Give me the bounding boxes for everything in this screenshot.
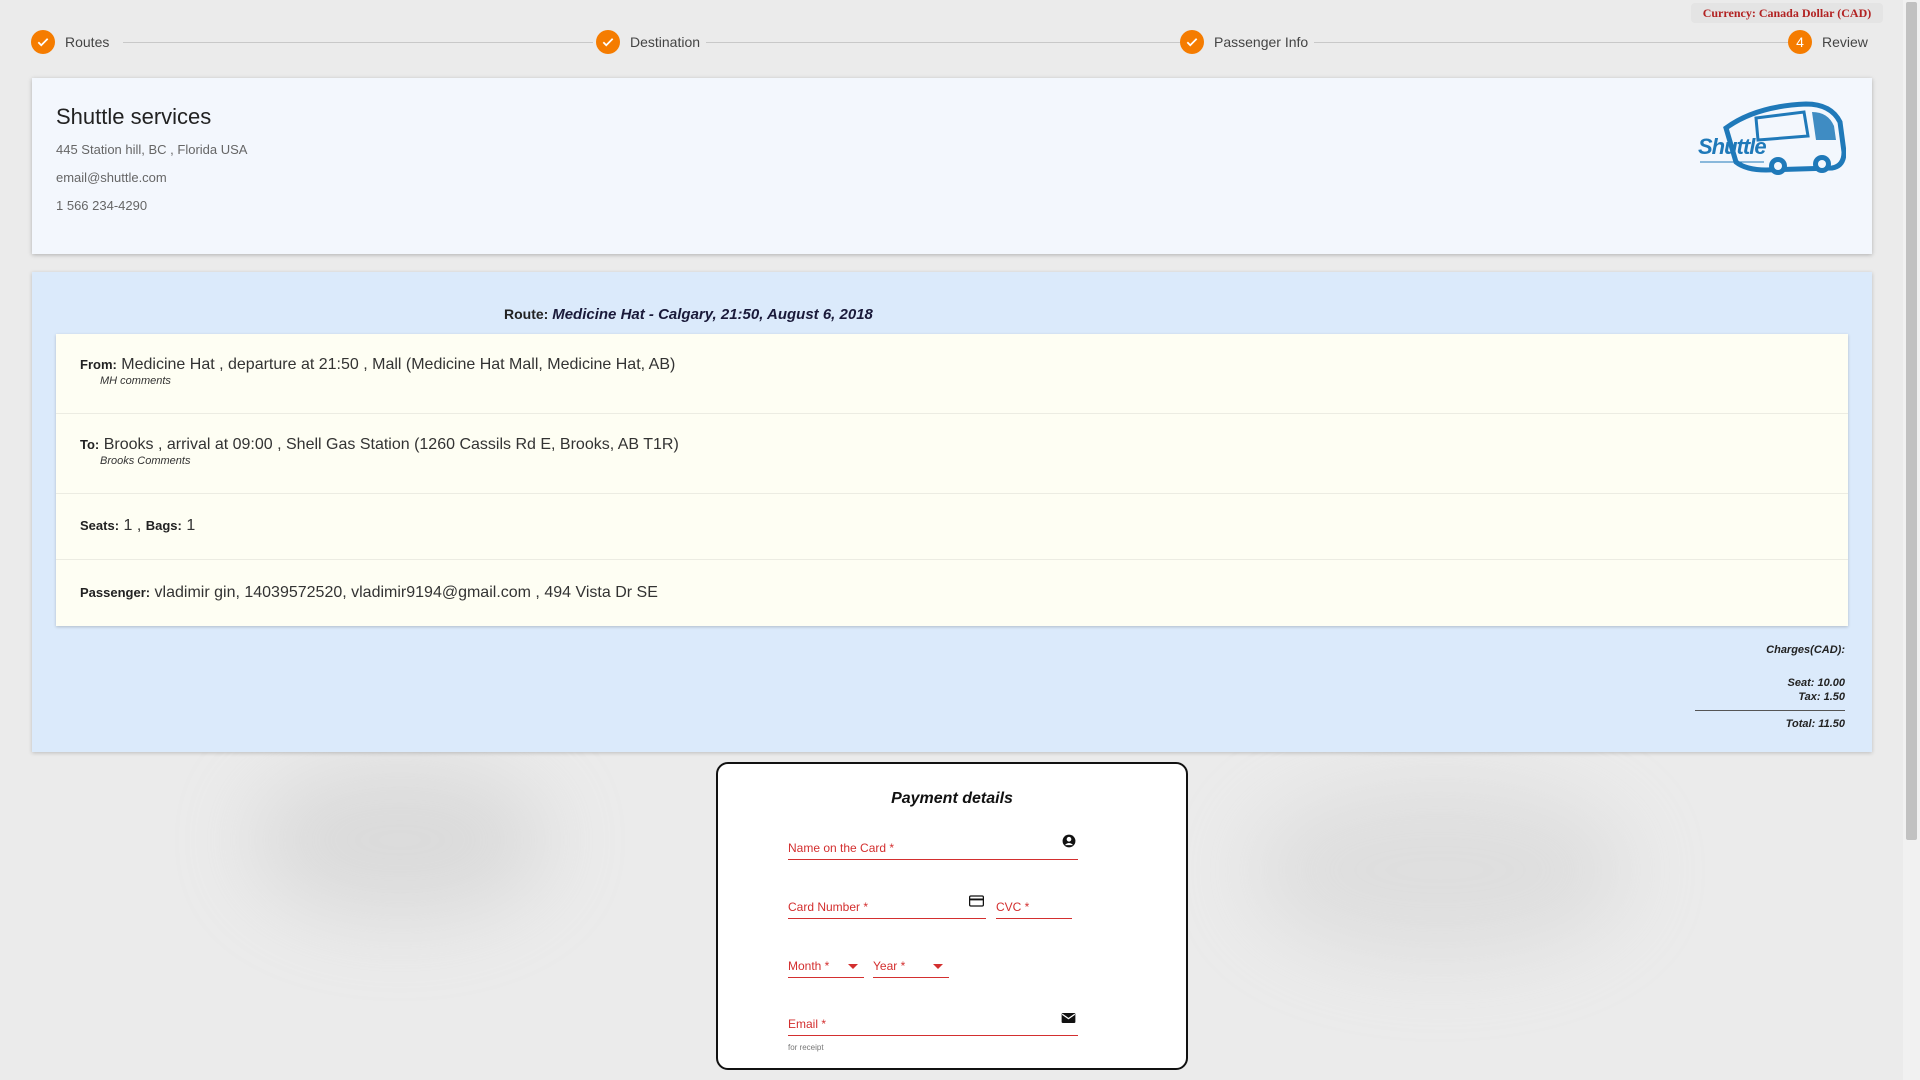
to-comment: Brooks Comments bbox=[100, 455, 191, 467]
route-label: Route: bbox=[504, 306, 549, 322]
year-select[interactable]: Year * bbox=[873, 956, 949, 978]
step-connector bbox=[706, 42, 1191, 43]
to-label: To: bbox=[80, 437, 100, 452]
email-field[interactable]: Email * bbox=[788, 1011, 1078, 1036]
seats-bags-row: Seats: 1 , Bags: 1 bbox=[56, 494, 1848, 560]
logo-text: Shuttle bbox=[1698, 134, 1767, 159]
from-label: From: bbox=[80, 357, 117, 372]
check-icon bbox=[31, 30, 55, 54]
step-connector bbox=[123, 42, 593, 43]
check-icon bbox=[596, 30, 620, 54]
step-number: 4 bbox=[1788, 30, 1812, 54]
card-number-field[interactable]: Card Number * bbox=[788, 894, 986, 919]
trip-details-card: From: Medicine Hat , departure at 21:50 … bbox=[56, 334, 1848, 626]
mail-icon bbox=[1061, 1011, 1076, 1029]
step-label: Destination bbox=[630, 34, 701, 50]
background-decoration bbox=[250, 760, 550, 920]
seats-label: Seats: bbox=[80, 518, 120, 533]
dropdown-arrow-icon bbox=[933, 964, 943, 969]
charges-summary: Charges(CAD): Seat: 10.00 Tax: 1.50 Tota… bbox=[1695, 644, 1845, 731]
card-number-placeholder: Card Number * bbox=[788, 900, 869, 914]
to-row: To: Brooks , arrival at 09:00 , Shell Ga… bbox=[56, 414, 1848, 494]
step-label: Routes bbox=[65, 34, 110, 50]
from-row: From: Medicine Hat , departure at 21:50 … bbox=[56, 334, 1848, 414]
step-connector bbox=[1314, 42, 1804, 43]
currency-indicator[interactable]: Currency: Canada Dollar (CAD) bbox=[1691, 3, 1883, 23]
year-placeholder: Year * bbox=[873, 959, 906, 973]
route-value: Medicine Hat - Calgary, 21:50, August 6,… bbox=[552, 306, 873, 323]
payment-details-form: Payment details Name on the Card * Card … bbox=[716, 762, 1188, 1070]
bags-value: 1 bbox=[186, 517, 196, 534]
charges-divider bbox=[1695, 710, 1845, 711]
scrollbar-thumb[interactable] bbox=[1906, 2, 1917, 840]
total-charge: Total: 11.50 bbox=[1785, 718, 1845, 730]
passenger-label: Passenger: bbox=[80, 585, 151, 600]
name-on-card-field[interactable]: Name on the Card * bbox=[788, 834, 1078, 860]
bags-label: Bags: bbox=[145, 518, 182, 533]
passenger-row: Passenger: vladimir gin, 14039572520, vl… bbox=[56, 560, 1848, 626]
company-header-card: Shuttle services 445 Station hill, BC , … bbox=[32, 78, 1872, 254]
check-icon bbox=[1180, 30, 1204, 54]
from-value: Medicine Hat , departure at 21:50 , Mall… bbox=[121, 356, 676, 373]
step-label: Review bbox=[1822, 34, 1868, 50]
company-phone: 1 566 234-4290 bbox=[56, 198, 148, 213]
company-email: email@shuttle.com bbox=[56, 170, 167, 185]
from-comment: MH comments bbox=[100, 375, 171, 387]
seat-charge: Seat: 10.00 bbox=[1787, 677, 1845, 689]
route-summary-panel: Route: Medicine Hat - Calgary, 21:50, Au… bbox=[32, 272, 1872, 752]
tax-charge: Tax: 1.50 bbox=[1798, 691, 1845, 703]
dropdown-arrow-icon bbox=[848, 964, 858, 969]
passenger-value: vladimir gin, 14039572520, vladimir9194@… bbox=[154, 584, 658, 601]
to-value: Brooks , arrival at 09:00 , Shell Gas St… bbox=[103, 436, 679, 453]
cvc-field[interactable]: CVC * bbox=[996, 897, 1072, 919]
company-address: 445 Station hill, BC , Florida USA bbox=[56, 142, 248, 157]
cvc-placeholder: CVC * bbox=[996, 900, 1030, 914]
background-decoration bbox=[1250, 780, 1630, 960]
progress-stepper: Routes Destination Passenger Info 4 Revi… bbox=[31, 29, 1871, 55]
route-title: Route: Medicine Hat - Calgary, 21:50, Au… bbox=[504, 306, 873, 323]
charges-header: Charges(CAD): bbox=[1766, 644, 1845, 656]
step-routes[interactable]: Routes bbox=[31, 29, 109, 55]
company-name: Shuttle services bbox=[56, 104, 212, 129]
email-placeholder: Email * bbox=[788, 1017, 827, 1031]
name-on-card-placeholder: Name on the Card * bbox=[788, 841, 895, 855]
email-helper-text: for receipt bbox=[788, 1043, 824, 1052]
page-scrollbar[interactable] bbox=[1903, 0, 1920, 1080]
step-review[interactable]: 4 Review bbox=[1788, 29, 1868, 55]
credit-card-icon bbox=[969, 894, 984, 912]
step-label: Passenger Info bbox=[1214, 34, 1309, 50]
account-circle-icon bbox=[1062, 834, 1076, 853]
month-placeholder: Month * bbox=[788, 959, 830, 973]
step-destination[interactable]: Destination bbox=[596, 29, 700, 55]
step-passenger-info[interactable]: Passenger Info bbox=[1180, 29, 1308, 55]
seats-value: 1 bbox=[123, 517, 133, 534]
month-select[interactable]: Month * bbox=[788, 956, 864, 978]
payment-title: Payment details bbox=[891, 790, 1013, 807]
shuttle-bus-logo: Shuttle bbox=[1696, 100, 1847, 180]
